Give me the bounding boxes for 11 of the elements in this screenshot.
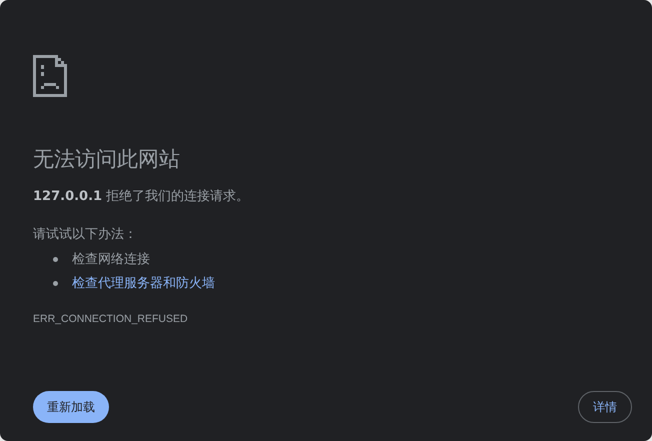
bullet-icon xyxy=(53,280,58,286)
reload-button[interactable]: 重新加载 xyxy=(33,391,109,423)
suggestion-link[interactable]: 检查代理服务器和防火墙 xyxy=(72,274,215,292)
bullet-icon xyxy=(53,256,58,262)
error-message: 127.0.0.1 拒绝了我们的连接请求。 xyxy=(33,188,250,205)
error-title: 无法访问此网站 xyxy=(33,146,181,173)
suggestions-heading: 请试试以下办法： xyxy=(33,226,138,243)
details-button[interactable]: 详情 xyxy=(578,391,632,423)
sad-document-icon xyxy=(33,55,67,97)
error-code: ERR_CONNECTION_REFUSED xyxy=(33,313,189,325)
suggestion-text: 检查网络连接 xyxy=(72,251,150,268)
